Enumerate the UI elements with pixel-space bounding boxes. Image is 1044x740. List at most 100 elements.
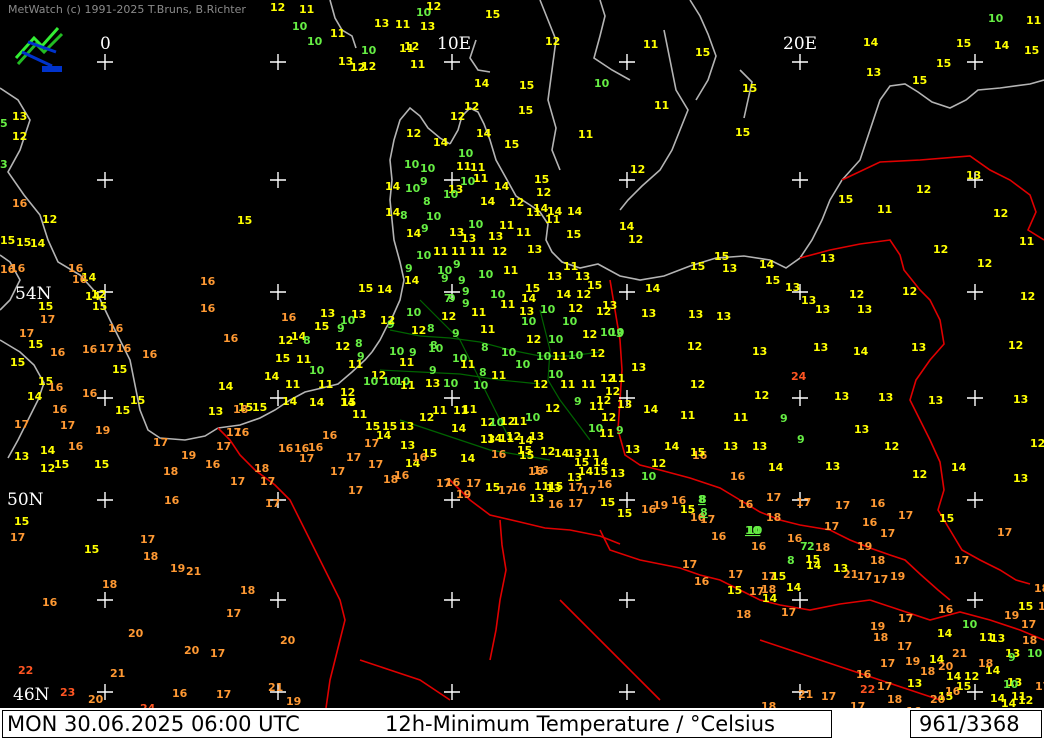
station-value: 10 <box>540 303 556 316</box>
station-value: 13 <box>928 394 943 407</box>
station-count: 961/3368 <box>910 710 1042 738</box>
station-value: 17 <box>873 573 888 586</box>
station-value: 12 <box>849 288 864 301</box>
station-value: 8 <box>303 334 311 347</box>
station-value: 8 <box>400 209 408 222</box>
station-value: 16 <box>281 311 297 324</box>
station-value: 13 <box>461 232 476 245</box>
grid-cross <box>270 172 286 188</box>
status-info-box: MON 30.06.2025 06:00 UTC 12h-Minimum Tem… <box>2 710 832 738</box>
station-value: 10 <box>473 379 489 392</box>
station-value: 11 <box>680 409 695 422</box>
station-observations: 13125316121514151616 161416 16151412151517… <box>0 0 1044 708</box>
station-value: 15 <box>1018 600 1033 613</box>
station-value: 18 <box>233 403 248 416</box>
border-segment <box>359 659 451 701</box>
border-segment <box>841 155 1044 241</box>
station-value: 16 <box>48 381 64 394</box>
station-value: 12 <box>450 110 465 123</box>
station-value: 12 <box>426 0 441 13</box>
station-value: 14 <box>27 390 43 403</box>
station-value: 14 <box>786 581 802 594</box>
station-value: 21 <box>268 681 283 694</box>
station-value: 11 <box>516 226 531 239</box>
station-value: 9 <box>452 327 460 340</box>
station-value: 13 <box>752 440 767 453</box>
station-value: 11 <box>877 203 892 216</box>
station-value: 14 <box>385 180 401 193</box>
station-value: 12 <box>545 402 560 415</box>
station-value: 18 <box>254 462 269 475</box>
station-value: 19 <box>1004 609 1019 622</box>
station-value: 12 <box>12 130 27 143</box>
station-value: 11 <box>399 356 414 369</box>
station-value: 14 <box>768 461 784 474</box>
border-segment <box>217 427 346 708</box>
station-value: 15 <box>600 496 615 509</box>
station-value: 13 <box>12 110 27 123</box>
station-value: 14 <box>433 136 449 149</box>
station-value: 8 <box>787 554 795 567</box>
station-value: 16 <box>278 442 294 455</box>
station-value: 17 <box>1035 680 1044 693</box>
station-value: 18 <box>887 693 902 706</box>
station-value: 22 <box>860 683 875 696</box>
station-value: 20 <box>88 693 104 706</box>
station-value: 9 <box>797 433 805 446</box>
station-value: 14 <box>480 195 496 208</box>
station-value: 12 <box>568 302 583 315</box>
station-value: 16 <box>50 346 66 359</box>
station-value: 13 <box>602 299 617 312</box>
station-value: 14 <box>406 227 422 240</box>
station-value: 12 <box>576 288 591 301</box>
station-value: 12 <box>270 1 285 14</box>
station-value: 15 <box>485 8 500 21</box>
station-value: 18 <box>1022 634 1037 647</box>
station-value: 15 <box>525 282 540 295</box>
station-value: 12 <box>545 35 560 48</box>
station-value: 10 <box>962 618 978 631</box>
station-value: 11 <box>285 378 300 391</box>
station-value: 17 <box>364 437 379 450</box>
station-value: 17 <box>265 497 280 510</box>
station-value: 13 <box>990 632 1005 645</box>
station-value: 13 <box>907 677 922 690</box>
station-value: 13 <box>399 420 414 433</box>
station-value: 13 <box>688 308 703 321</box>
station-value: 9 <box>421 222 429 235</box>
grid-cross <box>97 54 113 70</box>
station-value: 14 <box>645 282 661 295</box>
station-value: 13 <box>374 17 389 30</box>
weather-map: 0 10E 20E 54N 50N 46N 13 12 5 3 16 12 15 14 15 16… <box>0 0 1044 740</box>
station-value: 15 <box>130 394 145 407</box>
station-value: 13 <box>527 243 542 256</box>
station-value: 20 <box>128 627 144 640</box>
station-value: 3 <box>616 327 624 340</box>
station-value: 16 <box>938 603 954 616</box>
border-segment <box>759 639 941 701</box>
station-value: 11 <box>654 99 669 112</box>
station-value: 15 <box>28 338 43 351</box>
station-value: 15 <box>519 79 534 92</box>
station-value: 23 <box>60 686 75 699</box>
station-value: 19 <box>170 562 185 575</box>
station-value: 9 <box>1008 651 1016 664</box>
station-value: 12 <box>506 430 521 443</box>
station-value: 14 <box>806 559 822 572</box>
station-value: 15 <box>10 356 25 369</box>
station-value: 9 <box>420 175 428 188</box>
station-value: 17 <box>766 491 781 504</box>
station-value: 15 <box>504 138 519 151</box>
station-value: 10 <box>443 188 459 201</box>
station-value: 10 <box>568 349 584 362</box>
station-value: 14 <box>30 237 46 250</box>
station-value: 17 <box>153 436 168 449</box>
station-value: 21 <box>952 647 967 660</box>
station-value: 12 <box>536 186 551 199</box>
station-value: 12 <box>884 440 899 453</box>
grid-cross <box>967 54 983 70</box>
station-value: 16 <box>856 668 872 681</box>
station-value: 11 <box>318 378 333 391</box>
station-value: 12 <box>411 324 426 337</box>
station-value: 14 <box>556 288 572 301</box>
